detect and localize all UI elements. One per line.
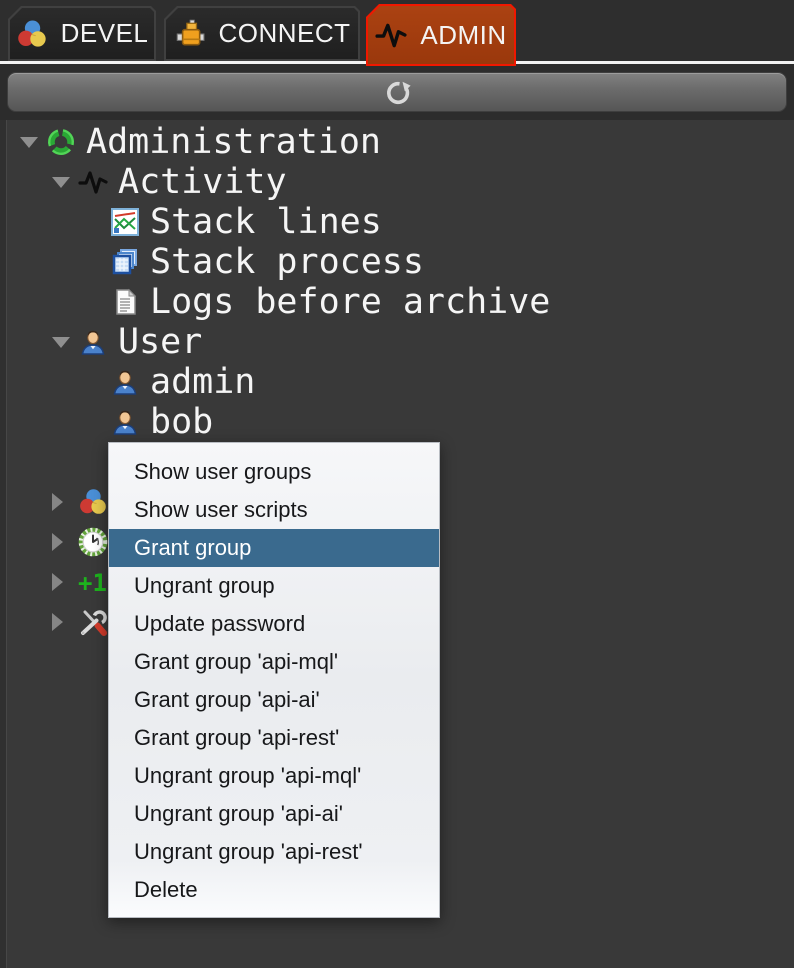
expand-toggle-icon[interactable] — [52, 613, 63, 631]
tree-item-stack-lines[interactable]: Stack lines — [0, 202, 794, 242]
tools-icon — [78, 607, 108, 637]
pulse-icon — [375, 19, 407, 51]
chart-icon — [110, 207, 140, 237]
collapse-toggle-icon[interactable] — [52, 176, 70, 188]
tree-item-label: Administration — [86, 122, 382, 162]
user-icon — [110, 407, 140, 437]
tab-devel-label: DEVEL — [60, 18, 149, 48]
user-icon — [78, 327, 108, 357]
menu-item-show-user-groups[interactable]: Show user groups — [109, 453, 439, 491]
toolbar — [0, 64, 794, 120]
tree-item-label: Activity — [118, 162, 287, 202]
tree-item-activity[interactable]: Activity — [0, 162, 794, 202]
menu-item-show-user-scripts[interactable]: Show user scripts — [109, 491, 439, 529]
ring-icon — [46, 127, 76, 157]
tree-item-label: Stack lines — [150, 202, 382, 242]
tree-item-logs-before-archive[interactable]: Logs before archive — [0, 282, 794, 322]
plus-one-icon: +1 — [78, 567, 108, 597]
expand-toggle-icon[interactable] — [52, 573, 63, 591]
menu-item-ungrant-group[interactable]: Ungrant group — [109, 567, 439, 605]
menu-item-grant-group-api-mql[interactable]: Grant group 'api-mql' — [109, 643, 439, 681]
menu-item-grant-group[interactable]: Grant group — [109, 529, 439, 567]
color-circles-icon — [16, 18, 48, 50]
menu-item-ungrant-group-api-rest[interactable]: Ungrant group 'api-rest' — [109, 833, 439, 871]
tree-item-label: Logs before archive — [150, 282, 551, 322]
tree-item-stack-process[interactable]: Stack process — [0, 242, 794, 282]
collapse-toggle-icon[interactable] — [52, 336, 70, 348]
tree-item-label: User — [118, 322, 203, 362]
tree-item-label: Stack process — [150, 242, 424, 282]
svg-text:+1: +1 — [78, 569, 107, 597]
tree-item-label: bob — [150, 402, 214, 442]
expand-toggle-icon[interactable] — [52, 493, 63, 511]
tree-item-user[interactable]: User — [0, 322, 794, 362]
menu-item-grant-group-api-rest[interactable]: Grant group 'api-rest' — [109, 719, 439, 757]
refresh-button[interactable] — [7, 72, 787, 112]
tab-devel[interactable]: DEVEL — [8, 6, 156, 61]
context-menu: Show user groups Show user scripts Grant g… — [108, 442, 440, 918]
menu-item-update-password[interactable]: Update password — [109, 605, 439, 643]
clock-icon — [78, 527, 108, 557]
tree-item-label: admin — [150, 362, 256, 402]
tab-admin-label: ADMIN — [420, 19, 507, 50]
menu-item-ungrant-group-api-ai[interactable]: Ungrant group 'api-ai' — [109, 795, 439, 833]
collapse-toggle-icon[interactable] — [20, 136, 38, 148]
document-icon — [110, 287, 140, 317]
tree-item-administration[interactable]: Administration — [0, 122, 794, 162]
tree-item-bob[interactable]: bob — [0, 402, 794, 442]
refresh-icon — [382, 77, 412, 107]
pulse-icon — [78, 167, 108, 197]
menu-item-delete[interactable]: Delete — [109, 871, 439, 909]
tab-connect[interactable]: CONNECT — [164, 6, 360, 61]
menu-item-ungrant-group-api-mql[interactable]: Ungrant group 'api-mql' — [109, 757, 439, 795]
tab-connect-label: CONNECT — [218, 18, 351, 48]
tab-bar: DEVEL CONNECT ADMIN — [0, 0, 794, 64]
expand-toggle-icon[interactable] — [52, 533, 63, 551]
menu-item-grant-group-api-ai[interactable]: Grant group 'api-ai' — [109, 681, 439, 719]
color-circles-icon — [78, 487, 108, 517]
user-icon — [110, 367, 140, 397]
tab-admin[interactable]: ADMIN — [366, 4, 516, 66]
tree-item-admin[interactable]: admin — [0, 362, 794, 402]
connector-icon — [173, 18, 205, 50]
app-window: DEVEL CONNECT ADMIN Administration Activi… — [0, 0, 794, 968]
stack-icon — [110, 247, 140, 277]
